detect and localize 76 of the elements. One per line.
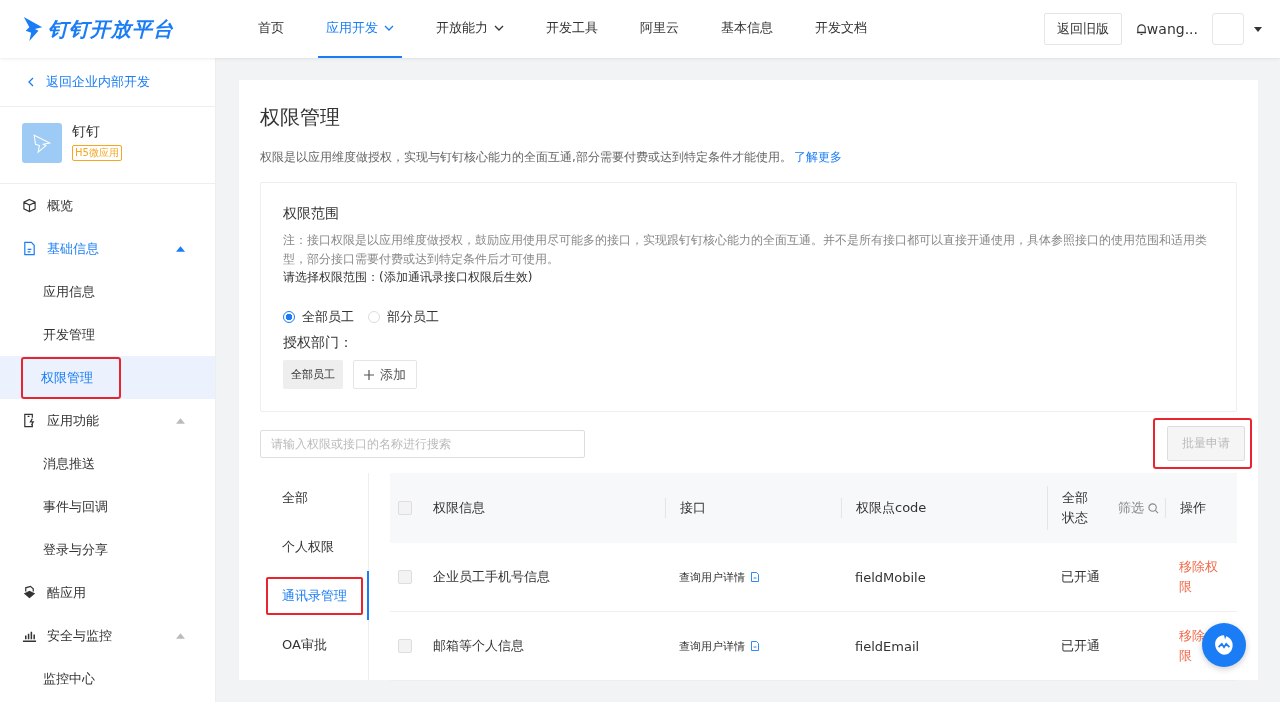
checkbox[interactable]: [398, 501, 412, 515]
sidebar-subitem[interactable]: 事件与回调: [43, 491, 108, 522]
user-name[interactable]: wang...: [1146, 21, 1198, 37]
bell-icon[interactable]: [1135, 22, 1147, 36]
sidebar-subitem[interactable]: 监控中心: [43, 663, 95, 694]
api-link[interactable]: 查询用户详情: [679, 569, 745, 585]
checkbox[interactable]: [398, 639, 412, 653]
scope-title: 权限范围: [283, 205, 340, 223]
dept-tag: 全部员工: [283, 360, 343, 389]
table-cell: fieldMobile: [855, 569, 926, 585]
sidebar-item[interactable]: 酷应用: [0, 571, 215, 614]
back-link[interactable]: 返回企业内部开发: [0, 58, 215, 107]
old-version-button[interactable]: 返回旧版: [1043, 13, 1122, 45]
nav-tab[interactable]: 开发文档: [807, 0, 875, 58]
page-description: 权限是以应用维度做授权，实现与钉钉核心能力的全面互通,部分需要付费或达到特定条件才能使用。 了解更多: [260, 149, 843, 166]
sidebar-subitem[interactable]: 开发管理: [43, 319, 95, 350]
column-header: 操作: [1180, 499, 1206, 517]
plus-icon: [364, 369, 374, 380]
nav-tab[interactable]: 阿里云: [632, 0, 687, 58]
column-header: 接口: [680, 499, 706, 517]
category-tab[interactable]: 个人权限: [282, 537, 334, 556]
document-icon[interactable]: [751, 572, 759, 582]
learn-more-link[interactable]: 了解更多: [793, 150, 842, 164]
search-icon: [1148, 502, 1159, 514]
sidebar-item[interactable]: 应用功能: [0, 399, 215, 442]
nav-tab[interactable]: 首页: [250, 0, 292, 58]
checkbox[interactable]: [398, 570, 412, 584]
category-tab[interactable]: 全部: [282, 488, 308, 507]
nav-tab[interactable]: 开放能力: [428, 0, 512, 58]
table-cell: 企业员工手机号信息: [433, 568, 550, 586]
caret-icon: [176, 417, 185, 424]
table-cell: 已开通: [1061, 637, 1100, 655]
chevron-left-icon: [28, 77, 34, 87]
column-header: 权限信息: [433, 499, 485, 517]
caret-icon[interactable]: [1254, 26, 1262, 32]
sidebar-subitem[interactable]: 应用信息: [43, 276, 95, 307]
nav-tab[interactable]: 应用开发: [318, 0, 402, 58]
sidebar-item[interactable]: 基础信息: [0, 227, 215, 270]
table-cell: 已开通: [1061, 568, 1100, 586]
radio-button[interactable]: [283, 311, 295, 323]
app-icon: [22, 123, 62, 163]
cube-icon: [22, 198, 37, 213]
logo-icon: [22, 15, 44, 43]
sidebar-item[interactable]: 概览: [0, 184, 215, 227]
box-icon: [22, 585, 37, 600]
sidebar-subitem[interactable]: 权限管理: [21, 356, 121, 399]
search-field[interactable]: 请输入权限或接口的名称进行搜索: [260, 429, 585, 458]
document-icon: [22, 241, 37, 256]
app-name: 钉钉: [72, 123, 100, 141]
sidebar-subitem[interactable]: 消息推送: [43, 448, 95, 479]
phone-icon: [22, 413, 37, 428]
page-title: 权限管理: [260, 104, 341, 131]
add-button[interactable]: 添加: [353, 360, 417, 389]
app-type-tag: H5微应用: [72, 145, 122, 161]
radio-label[interactable]: 全部员工: [302, 308, 354, 326]
scope-note: 注：接口权限是以应用维度做授权，鼓励应用使用尽可能多的接口，实现跟钉钉核心能力的全面互通。并不是所有接口都可以直接开通使用，具体参照接口的使用范围和适用类型，部分接口需要付费或达到特定条件后才可使用。: [283, 232, 1208, 268]
caret-icon: [176, 245, 185, 252]
radio-label[interactable]: 部分员工: [387, 308, 439, 326]
sidebar-item[interactable]: 安全与监控: [0, 614, 215, 657]
column-header: 权限点code: [856, 499, 927, 517]
table-cell: 邮箱等个人信息: [433, 637, 524, 655]
caret-icon: [176, 632, 185, 639]
dept-label: 授权部门：: [283, 334, 354, 352]
nav-tab[interactable]: 基本信息: [713, 0, 781, 58]
sidebar-subitem[interactable]: 登录与分享: [43, 534, 108, 565]
category-tab[interactable]: 通讯录管理: [266, 576, 363, 615]
filter-button[interactable]: 筛选: [1118, 499, 1159, 517]
scope-prompt: 请选择权限范围：(添加通讯录接口权限后生效): [283, 269, 534, 286]
category-tab[interactable]: OA审批: [282, 635, 327, 654]
back-link-text[interactable]: 返回企业内部开发: [46, 73, 150, 91]
nav-tab[interactable]: 开发工具: [538, 0, 606, 58]
column-header: 全部状态: [1062, 489, 1089, 527]
table-cell: fieldEmail: [855, 638, 920, 654]
logo-text[interactable]: 钉钉开放平台: [48, 15, 174, 43]
document-icon[interactable]: [751, 641, 759, 651]
api-link[interactable]: 查询用户详情: [679, 638, 745, 654]
